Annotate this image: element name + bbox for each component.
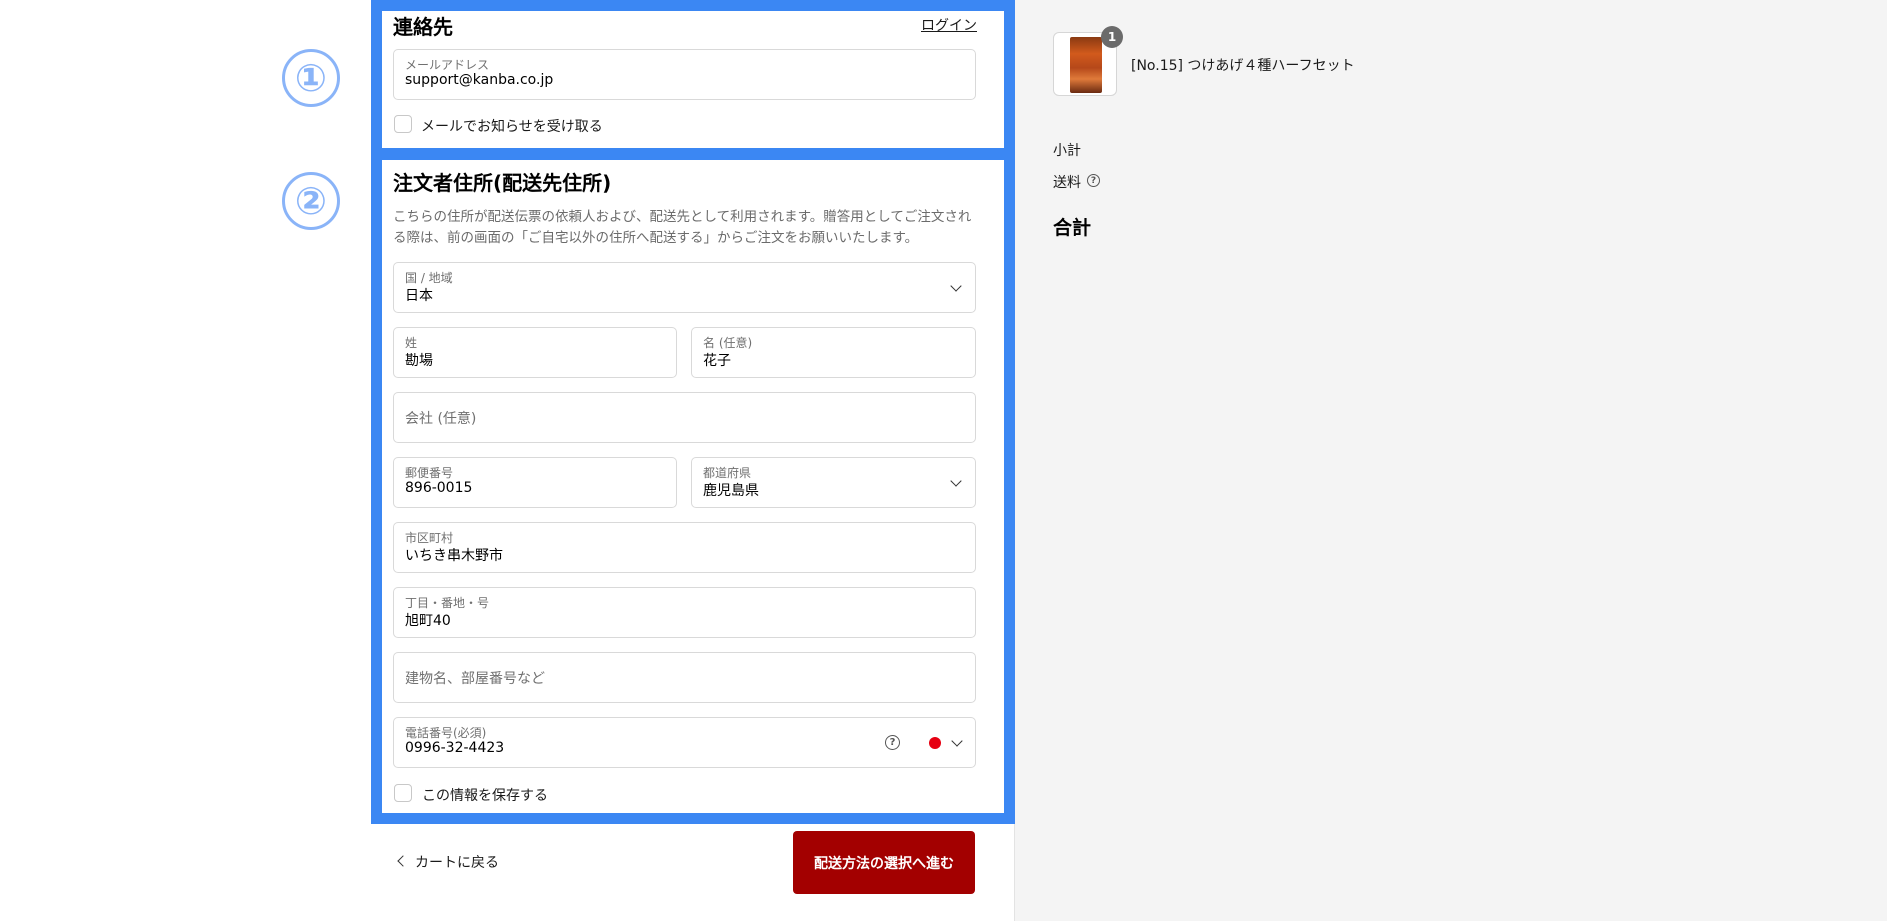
- product-name: [No.15] つけあげ４種ハーフセット: [1131, 58, 1355, 74]
- country-value: 日本: [405, 288, 433, 304]
- company-field[interactable]: 会社 (任意): [393, 392, 976, 443]
- postal-code-field[interactable]: 郵便番号 896-0015: [393, 457, 677, 508]
- first-name-label: 名 (任意): [703, 336, 753, 350]
- first-name-value: 花子: [703, 353, 731, 369]
- chevron-down-icon: [950, 475, 962, 487]
- address-description: こちらの住所が配送伝票の依頼人および、配送先として利用されます。贈答用としてご注…: [393, 209, 972, 246]
- postal-code-label: 郵便番号: [405, 466, 454, 480]
- street-field[interactable]: 丁目・番地・号 旭町40: [393, 587, 976, 638]
- contact-title: 連絡先: [393, 15, 453, 39]
- newsletter-label: メールでお知らせを受け取る: [421, 119, 603, 135]
- email-field[interactable]: メールアドレス support@kanba.co.jp: [393, 49, 976, 100]
- email-label: メールアドレス: [405, 58, 490, 72]
- email-value: support@kanba.co.jp: [405, 72, 554, 88]
- back-to-cart-link[interactable]: カートに戻る: [415, 852, 499, 872]
- building-field[interactable]: 建物名、部屋番号など: [393, 652, 976, 703]
- help-icon[interactable]: ?: [885, 735, 900, 750]
- prefecture-value: 鹿児島県: [703, 483, 759, 499]
- postal-code-value: 896-0015: [405, 480, 473, 496]
- total-label: 合計: [1053, 217, 1092, 239]
- city-value: いちき串木野市: [405, 548, 503, 564]
- chevron-down-icon[interactable]: [951, 735, 963, 747]
- last-name-field[interactable]: 姓 勘場: [393, 327, 677, 378]
- quantity-badge: 1: [1101, 26, 1123, 48]
- street-label: 丁目・番地・号: [405, 596, 490, 610]
- save-info-label: この情報を保存する: [422, 788, 548, 804]
- proceed-to-shipping-button[interactable]: 配送方法の選択へ進む: [793, 831, 975, 894]
- country-label: 国 / 地域: [405, 271, 453, 285]
- phone-label: 電話番号(必須): [405, 726, 487, 740]
- city-label: 市区町村: [405, 531, 454, 545]
- phone-field[interactable]: 電話番号(必須) 0996-32-4423 ?: [393, 717, 976, 768]
- order-summary-panel: [1014, 0, 1887, 921]
- product-image: [1070, 37, 1102, 93]
- prefecture-label: 都道府県: [703, 466, 752, 480]
- last-name-label: 姓: [405, 336, 418, 350]
- company-placeholder: 会社 (任意): [405, 410, 477, 427]
- step-2-marker: ②: [282, 172, 340, 230]
- last-name-value: 勘場: [405, 353, 433, 369]
- phone-value: 0996-32-4423: [405, 740, 505, 756]
- first-name-field[interactable]: 名 (任意) 花子: [691, 327, 976, 378]
- login-link[interactable]: ログイン: [921, 15, 977, 35]
- chevron-left-icon[interactable]: [397, 855, 409, 867]
- shipping-label: 送料: [1053, 175, 1081, 191]
- save-info-checkbox[interactable]: [394, 784, 412, 802]
- building-placeholder: 建物名、部屋番号など: [405, 670, 545, 687]
- help-icon[interactable]: ?: [1087, 174, 1100, 187]
- street-value: 旭町40: [405, 613, 451, 629]
- step-1-marker: ①: [282, 49, 340, 107]
- city-field[interactable]: 市区町村 いちき串木野市: [393, 522, 976, 573]
- prefecture-select[interactable]: 都道府県 鹿児島県: [691, 457, 976, 508]
- address-title: 注文者住所(配送先住所): [393, 171, 612, 195]
- japan-flag-icon[interactable]: [929, 737, 941, 749]
- country-select[interactable]: 国 / 地域 日本: [393, 262, 976, 313]
- newsletter-checkbox[interactable]: [394, 115, 412, 133]
- subtotal-label: 小計: [1053, 143, 1081, 159]
- chevron-down-icon: [950, 280, 962, 292]
